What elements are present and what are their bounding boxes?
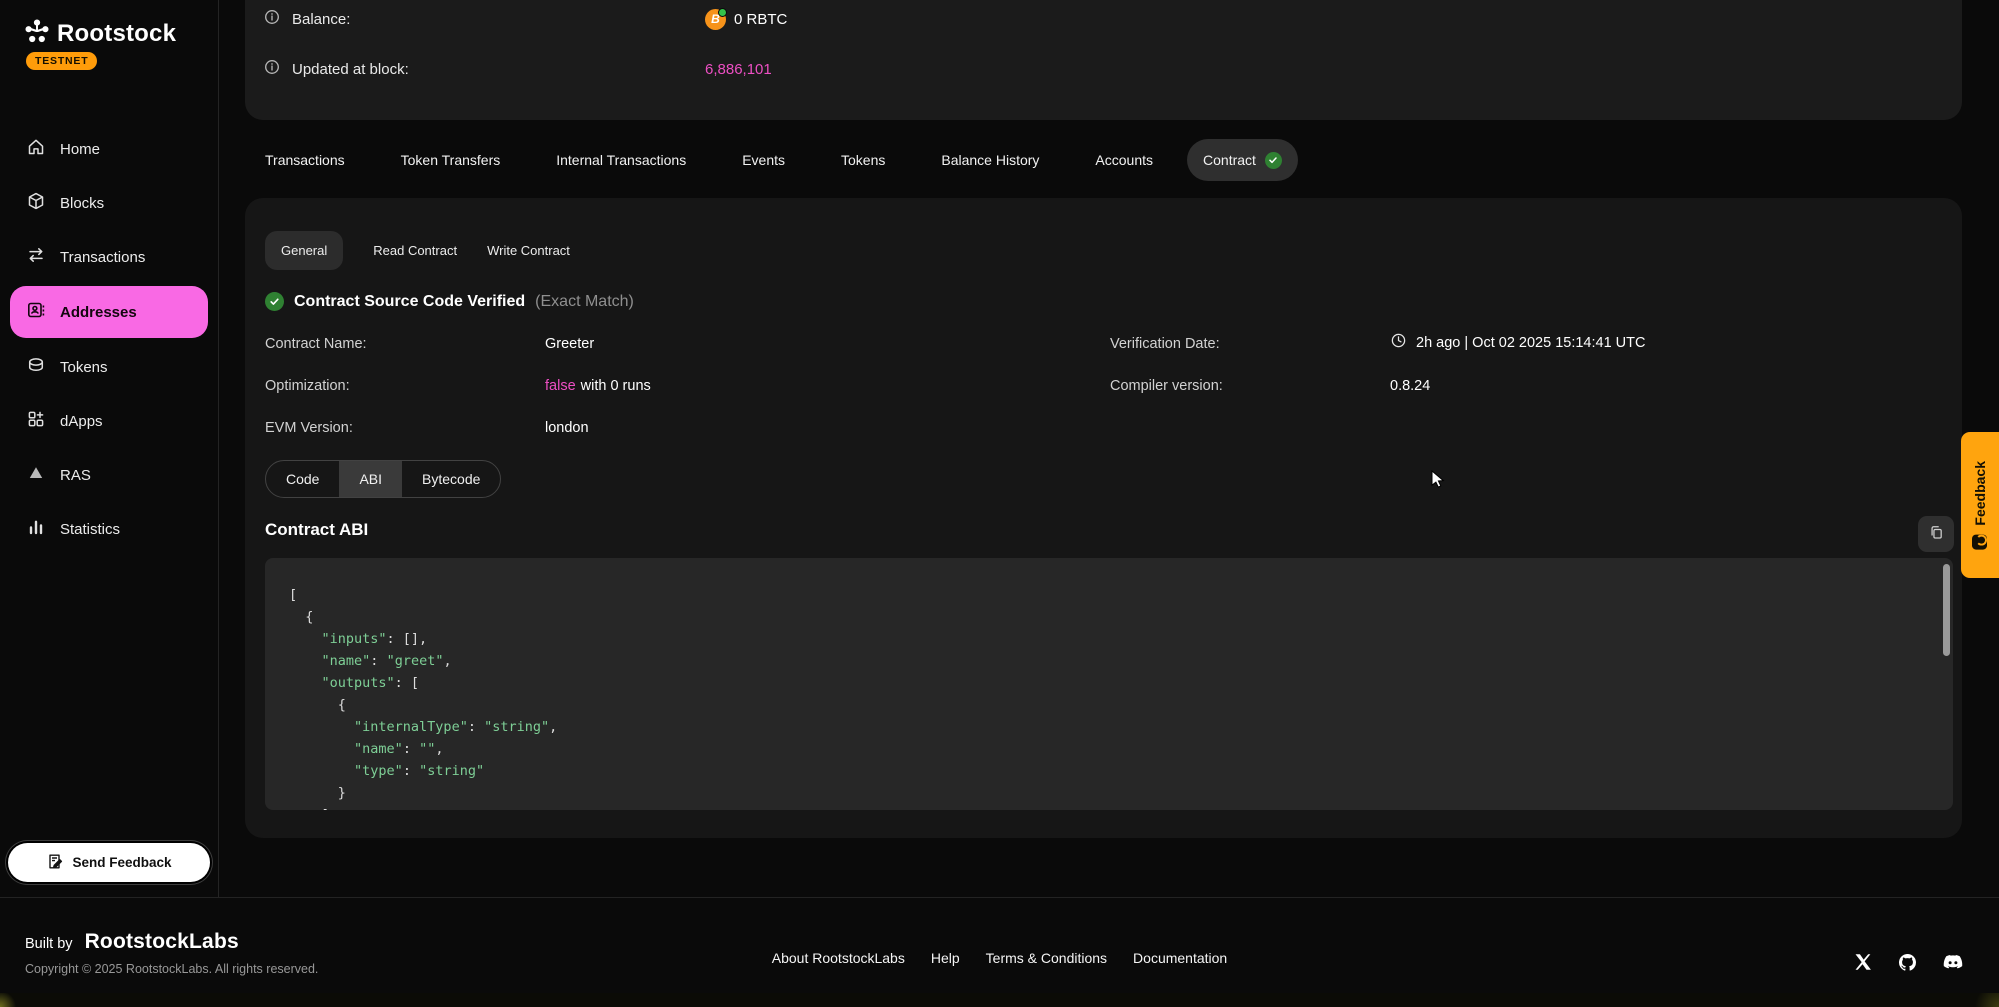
tab-token-transfers[interactable]: Token Transfers xyxy=(401,152,501,168)
info-icon xyxy=(263,8,281,30)
address-book-icon xyxy=(26,300,46,324)
subtab-read-contract[interactable]: Read Contract xyxy=(373,243,457,258)
cube-icon xyxy=(26,191,46,215)
discord-icon[interactable] xyxy=(1941,950,1965,974)
sidebar: Rootstock TESTNET Home Blocks Transactio… xyxy=(0,0,219,897)
tab-events[interactable]: Events xyxy=(742,152,785,168)
tab-balance-history[interactable]: Balance History xyxy=(941,152,1039,168)
rbtc-coin-icon: B xyxy=(705,9,726,30)
subtab-write-contract[interactable]: Write Contract xyxy=(487,243,570,258)
address-tabs: Transactions Token Transfers Internal Tr… xyxy=(265,139,1298,181)
sidebar-item-addresses[interactable]: Addresses xyxy=(10,286,208,338)
x-twitter-icon[interactable] xyxy=(1852,951,1874,973)
feedback-icon xyxy=(1973,534,1988,549)
tab-accounts[interactable]: Accounts xyxy=(1095,152,1153,168)
footer-link-terms[interactable]: Terms & Conditions xyxy=(986,950,1107,966)
copy-icon xyxy=(1928,524,1945,544)
verified-title: Contract Source Code Verified xyxy=(294,293,525,311)
social-links xyxy=(1852,950,1965,974)
field-contract-name-value: Greeter xyxy=(545,336,594,352)
field-verification-date-label: Verification Date: xyxy=(1110,336,1220,352)
triangle-icon xyxy=(26,463,46,487)
abi-code-block[interactable]: [ { "inputs": [], "name": "greet", "outp… xyxy=(265,558,1953,810)
testnet-badge: TESTNET xyxy=(26,52,97,70)
sidebar-item-home[interactable]: Home xyxy=(0,122,218,176)
rootstock-logo-icon xyxy=(24,18,50,49)
tab-contract[interactable]: Contract xyxy=(1187,139,1298,181)
feedback-label: Feedback xyxy=(1972,461,1988,526)
contract-panel: General Read Contract Write Contract Con… xyxy=(245,198,1962,838)
sidebar-item-ras[interactable]: RAS xyxy=(0,448,218,502)
field-optimization-label: Optimization: xyxy=(265,378,350,394)
info-icon xyxy=(263,58,281,80)
feedback-side-tab[interactable]: Feedback xyxy=(1961,432,1999,578)
updated-block-label: Updated at block: xyxy=(292,61,409,78)
dapps-grid-icon xyxy=(26,409,46,433)
abi-code: [ { "inputs": [], "name": "greet", "outp… xyxy=(265,558,1953,810)
bottom-accent-strip xyxy=(0,993,1999,1007)
balance-label: Balance: xyxy=(292,11,350,28)
sidebar-item-dapps[interactable]: dApps xyxy=(0,394,218,448)
contract-subtabs: General Read Contract Write Contract xyxy=(265,231,570,270)
tab-internal-transactions[interactable]: Internal Transactions xyxy=(556,152,686,168)
abi-heading: Contract ABI xyxy=(265,520,368,540)
field-evm-version-value: london xyxy=(545,420,589,436)
sidebar-item-transactions[interactable]: Transactions xyxy=(0,230,218,284)
footer-links: About RootstockLabs Help Terms & Conditi… xyxy=(0,950,1999,966)
field-compiler-version-label: Compiler version: xyxy=(1110,378,1223,394)
sidebar-item-blocks[interactable]: Blocks xyxy=(0,176,218,230)
verified-match-type: (Exact Match) xyxy=(535,293,634,311)
balance-value: 0 RBTC xyxy=(734,11,787,28)
field-contract-name-label: Contract Name: xyxy=(265,336,367,352)
bar-chart-icon xyxy=(26,517,46,541)
subtab-general[interactable]: General xyxy=(265,231,343,270)
github-icon[interactable] xyxy=(1896,951,1919,974)
updated-block-row: Updated at block: 6,886,101 xyxy=(263,54,1962,84)
clock-icon xyxy=(1390,332,1407,353)
send-feedback-button[interactable]: Send Feedback xyxy=(8,843,210,882)
code-view-toggle: Code ABI Bytecode xyxy=(265,460,501,498)
field-verification-date-value: 2h ago | Oct 02 2025 15:14:41 UTC xyxy=(1390,332,1645,353)
verified-check-icon xyxy=(1265,152,1282,169)
toggle-code[interactable]: Code xyxy=(266,461,339,497)
code-scrollbar[interactable] xyxy=(1943,564,1950,656)
tab-transactions[interactable]: Transactions xyxy=(265,152,345,168)
copy-abi-button[interactable] xyxy=(1918,516,1954,552)
tab-tokens[interactable]: Tokens xyxy=(841,152,885,168)
verified-banner: Contract Source Code Verified (Exact Mat… xyxy=(265,292,634,311)
balance-row: Balance: B 0 RBTC xyxy=(263,4,1962,34)
field-compiler-version-value: 0.8.24 xyxy=(1390,378,1430,394)
footer: Built by RootstockLabs Copyright © 2025 … xyxy=(0,897,1999,993)
coin-icon xyxy=(26,355,46,379)
footer-link-documentation[interactable]: Documentation xyxy=(1133,950,1227,966)
footer-link-about[interactable]: About RootstockLabs xyxy=(772,950,905,966)
block-number-link[interactable]: 6,886,101 xyxy=(705,61,772,78)
field-evm-version-label: EVM Version: xyxy=(265,420,353,436)
footer-link-help[interactable]: Help xyxy=(931,950,960,966)
address-summary-card: Balance: B 0 RBTC Updated at block: 6,88… xyxy=(245,0,1962,120)
field-optimization-value: false with 0 runs xyxy=(545,378,651,394)
home-icon xyxy=(26,137,46,161)
brand-name: Rootstock xyxy=(57,20,176,48)
toggle-bytecode[interactable]: Bytecode xyxy=(402,461,500,497)
swap-arrows-icon xyxy=(26,245,46,269)
sidebar-item-statistics[interactable]: Statistics xyxy=(0,502,218,556)
sidebar-item-tokens[interactable]: Tokens xyxy=(0,340,218,394)
verified-check-icon xyxy=(265,292,284,311)
sidebar-nav: Home Blocks Transactions Addresses Token… xyxy=(0,122,218,556)
rootstock-logo[interactable]: Rootstock xyxy=(24,18,176,49)
page: Rootstock TESTNET Home Blocks Transactio… xyxy=(0,0,1999,1007)
edit-note-icon xyxy=(46,853,63,873)
toggle-abi[interactable]: ABI xyxy=(339,461,402,497)
